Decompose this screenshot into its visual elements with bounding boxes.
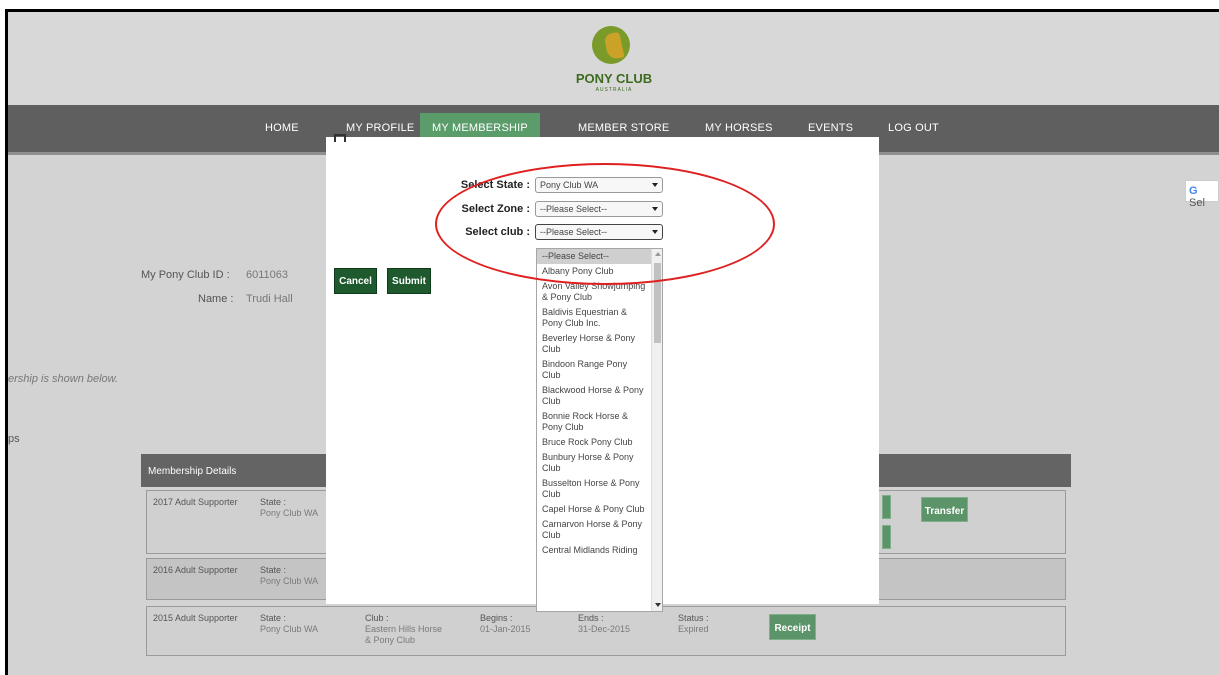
state-value: Pony Club WA — [260, 576, 319, 586]
state-value: Pony Club WA — [260, 624, 319, 634]
status-value: Expired — [678, 624, 709, 634]
dropdown-scrollbar[interactable] — [651, 249, 662, 611]
logo-text: PONY CLUB — [575, 71, 653, 86]
state-cell: State : Pony Club WA — [260, 613, 318, 635]
club-cell: Club : Eastern Hills Horse & Pony Club — [365, 613, 445, 646]
nav-log-out[interactable]: LOG OUT — [888, 122, 939, 134]
club-dropdown-list[interactable]: --Please Select-- Albany Pony Club Avon … — [536, 248, 663, 612]
modal-handle-icon — [334, 134, 346, 142]
horse-logo-icon — [592, 26, 630, 64]
begins-cell: Begins : 01-Jan-2015 — [480, 613, 531, 635]
club-options: --Please Select-- Albany Pony Club Avon … — [537, 249, 652, 558]
state-label: State : — [260, 613, 287, 623]
name-value: Trudi Hall — [246, 293, 293, 305]
pony-club-logo[interactable]: PONY CLUB AUSTRALIA — [554, 22, 674, 102]
site-header: PONY CLUB AUSTRALIA — [8, 12, 1219, 105]
receipt-button[interactable]: Receipt — [769, 614, 816, 640]
club-option[interactable]: Central Midlands Riding — [537, 543, 652, 558]
transfer-button[interactable]: Transfer — [921, 497, 968, 522]
memberships-heading-fragment: ps — [8, 433, 20, 445]
google-icon: G — [1189, 185, 1198, 197]
logo-subtext: AUSTRALIA — [595, 87, 633, 93]
state-cell: State : Pony Club WA — [260, 497, 318, 519]
state-cell: State : Pony Club WA — [260, 565, 318, 587]
club-option[interactable]: Busselton Horse & Pony Club — [537, 476, 652, 502]
ends-label: Ends : — [578, 613, 604, 623]
club-option[interactable]: Beverley Horse & Pony Club — [537, 331, 652, 357]
pony-club-id-value: 6011063 — [246, 269, 289, 281]
state-label: State : — [260, 565, 287, 575]
club-option[interactable]: Capel Horse & Pony Club — [537, 502, 652, 517]
browser-frame: PONY CLUB AUSTRALIA HOME MY PROFILE MY M… — [5, 9, 1219, 675]
pony-club-id-label: My Pony Club ID : — [141, 269, 230, 281]
club-option[interactable]: Bruce Rock Pony Club — [537, 435, 652, 450]
status-label: Status : — [678, 613, 709, 623]
scroll-down-arrow-icon[interactable] — [655, 603, 661, 607]
membership-note: ership is shown below. — [8, 373, 119, 385]
membership-type: 2015 Adult Supporter — [153, 613, 238, 623]
nav-events[interactable]: EVENTS — [808, 122, 853, 134]
club-label: Club : — [365, 613, 389, 623]
state-label: State : — [260, 497, 287, 507]
begins-label: Begins : — [480, 613, 513, 623]
membership-type: 2017 Adult Supporter — [153, 497, 238, 507]
membership-type: 2016 Adult Supporter — [153, 565, 238, 575]
cancel-button[interactable]: Cancel — [334, 268, 377, 294]
club-option[interactable]: Baldivis Equestrian & Pony Club Inc. — [537, 305, 652, 331]
row-action-button-2[interactable] — [882, 525, 891, 549]
annotation-ellipse — [435, 163, 775, 285]
club-option[interactable]: Bonnie Rock Horse & Pony Club — [537, 409, 652, 435]
club-option[interactable]: Bindoon Range Pony Club — [537, 357, 652, 383]
ends-cell: Ends : 31-Dec-2015 — [578, 613, 630, 635]
membership-row: 2015 Adult Supporter State : Pony Club W… — [146, 606, 1066, 656]
club-value: Eastern Hills Horse & Pony Club — [365, 624, 443, 645]
nav-my-horses[interactable]: MY HORSES — [705, 122, 773, 134]
google-translate-widget[interactable]: G Sel — [1185, 180, 1219, 209]
row-action-button[interactable] — [882, 495, 891, 519]
nav-home[interactable]: HOME — [265, 122, 299, 134]
ends-value: 31-Dec-2015 — [578, 624, 631, 634]
club-option[interactable]: Bunbury Horse & Pony Club — [537, 450, 652, 476]
begins-value: 01-Jan-2015 — [480, 624, 531, 634]
club-option[interactable]: Blackwood Horse & Pony Club — [537, 383, 652, 409]
translate-label: Sel — [1189, 197, 1205, 209]
name-label: Name : — [198, 293, 234, 305]
submit-button[interactable]: Submit — [387, 268, 431, 294]
status-cell: Status : Expired — [678, 613, 709, 635]
nav-my-profile[interactable]: MY PROFILE — [346, 122, 414, 134]
nav-member-store[interactable]: MEMBER STORE — [578, 122, 669, 134]
state-value: Pony Club WA — [260, 508, 319, 518]
club-option[interactable]: Carnarvon Horse & Pony Club — [537, 517, 652, 543]
